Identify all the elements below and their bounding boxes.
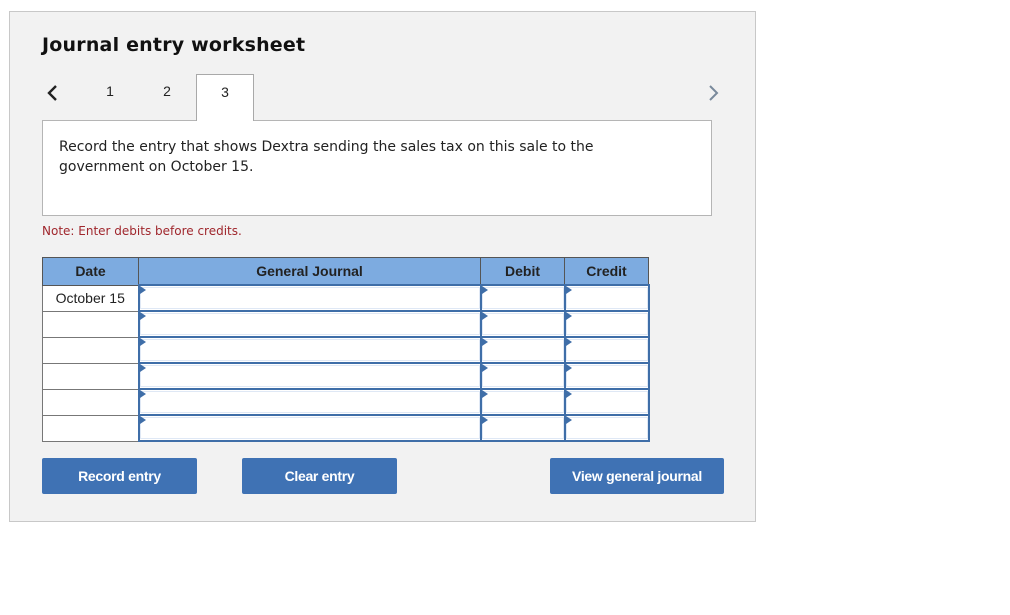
page-title: Journal entry worksheet <box>42 34 306 56</box>
account-input[interactable] <box>139 391 480 413</box>
debit-cell <box>479 284 566 312</box>
debit-input[interactable] <box>481 313 564 335</box>
dropdown-marker-icon <box>565 416 572 424</box>
account-cell <box>137 388 482 416</box>
tab-label: 2 <box>163 83 171 99</box>
account-cell <box>137 414 482 442</box>
account-cell <box>137 336 482 364</box>
tab-3[interactable]: 3 <box>196 74 254 121</box>
tab-2[interactable]: 2 <box>139 74 195 119</box>
tab-label: 1 <box>106 83 114 99</box>
dropdown-marker-icon <box>481 338 488 346</box>
column-header-general-journal: General Journal <box>138 257 481 286</box>
credit-input[interactable] <box>565 365 648 387</box>
record-entry-button[interactable]: Record entry <box>42 458 197 494</box>
dropdown-marker-icon <box>565 338 572 346</box>
credit-cell <box>563 336 650 364</box>
dropdown-marker-icon <box>139 390 146 398</box>
account-input[interactable] <box>139 287 480 309</box>
dropdown-marker-icon <box>565 364 572 372</box>
credit-input[interactable] <box>565 313 648 335</box>
debit-input[interactable] <box>481 287 564 309</box>
date-cell <box>42 336 139 364</box>
credit-input[interactable] <box>565 417 648 439</box>
credit-cell <box>563 362 650 390</box>
debit-cell <box>479 336 566 364</box>
table-row <box>42 388 650 416</box>
dropdown-marker-icon <box>139 416 146 424</box>
next-button[interactable] <box>704 82 722 104</box>
credit-cell <box>563 414 650 442</box>
account-cell <box>137 310 482 338</box>
debit-input[interactable] <box>481 417 564 439</box>
dropdown-marker-icon <box>481 390 488 398</box>
date-cell <box>42 388 139 416</box>
chevron-right-icon <box>709 85 719 101</box>
column-header-date: Date <box>42 257 139 286</box>
account-input[interactable] <box>139 339 480 361</box>
credit-input[interactable] <box>565 287 648 309</box>
date-cell: October 15 <box>42 284 139 312</box>
clear-entry-button[interactable]: Clear entry <box>242 458 397 494</box>
debit-input[interactable] <box>481 339 564 361</box>
table-row <box>42 414 650 442</box>
debit-cell <box>479 310 566 338</box>
tab-label: 3 <box>221 84 229 100</box>
dropdown-marker-icon <box>565 312 572 320</box>
account-input[interactable] <box>139 313 480 335</box>
dropdown-marker-icon <box>139 286 146 294</box>
date-cell <box>42 362 139 390</box>
debit-input[interactable] <box>481 391 564 413</box>
table-header-row: Date General Journal Debit Credit <box>42 257 649 286</box>
dropdown-marker-icon <box>565 286 572 294</box>
dropdown-marker-icon <box>139 338 146 346</box>
credit-input[interactable] <box>565 339 648 361</box>
credit-cell <box>563 388 650 416</box>
prompt-box: Record the entry that shows Dextra sendi… <box>42 120 712 216</box>
table-row <box>42 336 650 364</box>
dropdown-marker-icon <box>481 364 488 372</box>
column-header-credit: Credit <box>564 257 649 286</box>
dropdown-marker-icon <box>139 364 146 372</box>
prompt-text: Record the entry that shows Dextra sendi… <box>59 139 594 175</box>
dropdown-marker-icon <box>565 390 572 398</box>
debit-cell <box>479 414 566 442</box>
journal-worksheet-panel: Journal entry worksheet 1 2 3 Record the… <box>9 11 756 522</box>
date-cell <box>42 310 139 338</box>
credit-input[interactable] <box>565 391 648 413</box>
dropdown-marker-icon <box>481 286 488 294</box>
table-row <box>42 362 650 390</box>
date-cell <box>42 414 139 442</box>
credit-cell <box>563 310 650 338</box>
journal-table: Date General Journal Debit Credit Octobe… <box>42 257 650 442</box>
dropdown-marker-icon <box>481 416 488 424</box>
view-general-journal-button[interactable]: View general journal <box>550 458 724 494</box>
account-input[interactable] <box>139 365 480 387</box>
account-input[interactable] <box>139 417 480 439</box>
account-cell <box>137 362 482 390</box>
note-text: Note: Enter debits before credits. <box>42 224 242 238</box>
chevron-left-icon <box>47 85 57 101</box>
debit-input[interactable] <box>481 365 564 387</box>
column-header-debit: Debit <box>480 257 565 286</box>
previous-button[interactable] <box>44 82 62 104</box>
table-row: October 15 <box>42 284 650 312</box>
dropdown-marker-icon <box>139 312 146 320</box>
table-row <box>42 310 650 338</box>
debit-cell <box>479 362 566 390</box>
dropdown-marker-icon <box>481 312 488 320</box>
credit-cell <box>563 284 650 312</box>
debit-cell <box>479 388 566 416</box>
tab-1[interactable]: 1 <box>82 74 138 119</box>
account-cell <box>137 284 482 312</box>
